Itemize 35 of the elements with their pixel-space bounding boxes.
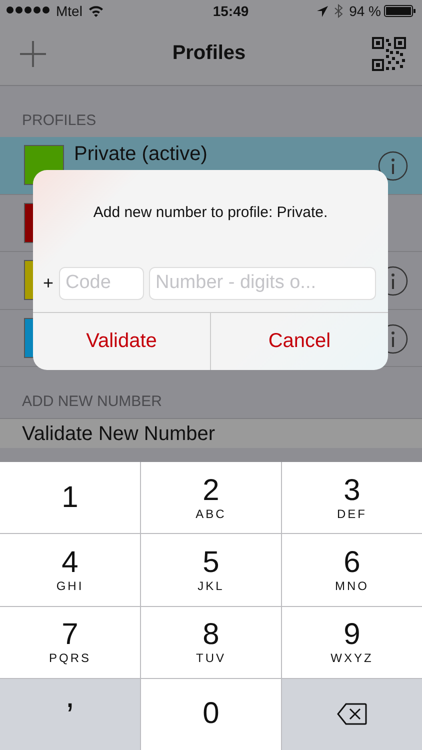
keypad-key[interactable]: 7 PQRS xyxy=(0,606,140,678)
signal-icon xyxy=(6,6,52,16)
nav-title: Profiles xyxy=(172,42,246,65)
plus-prefix: + xyxy=(43,272,54,294)
backspace-icon xyxy=(337,703,367,726)
profile-name: Private (active) xyxy=(74,143,208,166)
qr-code-icon[interactable] xyxy=(372,36,406,70)
info-icon[interactable] xyxy=(378,151,408,181)
keypad-key[interactable]: , xyxy=(0,678,140,750)
keypad-key[interactable]: 6 MNO xyxy=(282,534,422,606)
section-header: ADD NEW NUMBER xyxy=(21,392,164,412)
keypad-key[interactable]: 0 xyxy=(141,678,281,750)
number-field[interactable]: Number - digits o... xyxy=(148,266,376,300)
validate-button[interactable]: Validate xyxy=(33,313,210,370)
carrier: Mtel xyxy=(56,3,82,19)
bluetooth-icon xyxy=(334,4,344,18)
cancel-button[interactable]: Cancel xyxy=(210,313,388,370)
wifi-icon xyxy=(88,5,104,17)
battery-icon xyxy=(384,5,416,17)
keypad-key[interactable]: 9 WXYZ xyxy=(282,606,422,678)
validate-row[interactable]: Validate New Number xyxy=(0,418,422,448)
location-icon xyxy=(317,6,328,16)
keypad-key[interactable]: 2 ABC xyxy=(141,462,281,534)
dialog-message: Add new number to profile: Private. xyxy=(93,204,328,221)
keypad-key[interactable]: 1 xyxy=(0,462,140,534)
keypad-key[interactable]: 8 TUV xyxy=(141,606,281,678)
code-field[interactable]: Code xyxy=(58,266,144,300)
keypad-key[interactable]: 4 GHI xyxy=(0,534,140,606)
keypad-key[interactable]: 3 DEF xyxy=(282,462,422,534)
backspace-key[interactable] xyxy=(282,678,422,750)
section-header: PROFILES xyxy=(21,111,98,131)
keypad-key[interactable]: 5 JKL xyxy=(141,534,281,606)
battery-percent: 94 % xyxy=(349,3,381,19)
clock: 15:49 xyxy=(212,3,249,19)
add-icon[interactable] xyxy=(20,40,46,66)
